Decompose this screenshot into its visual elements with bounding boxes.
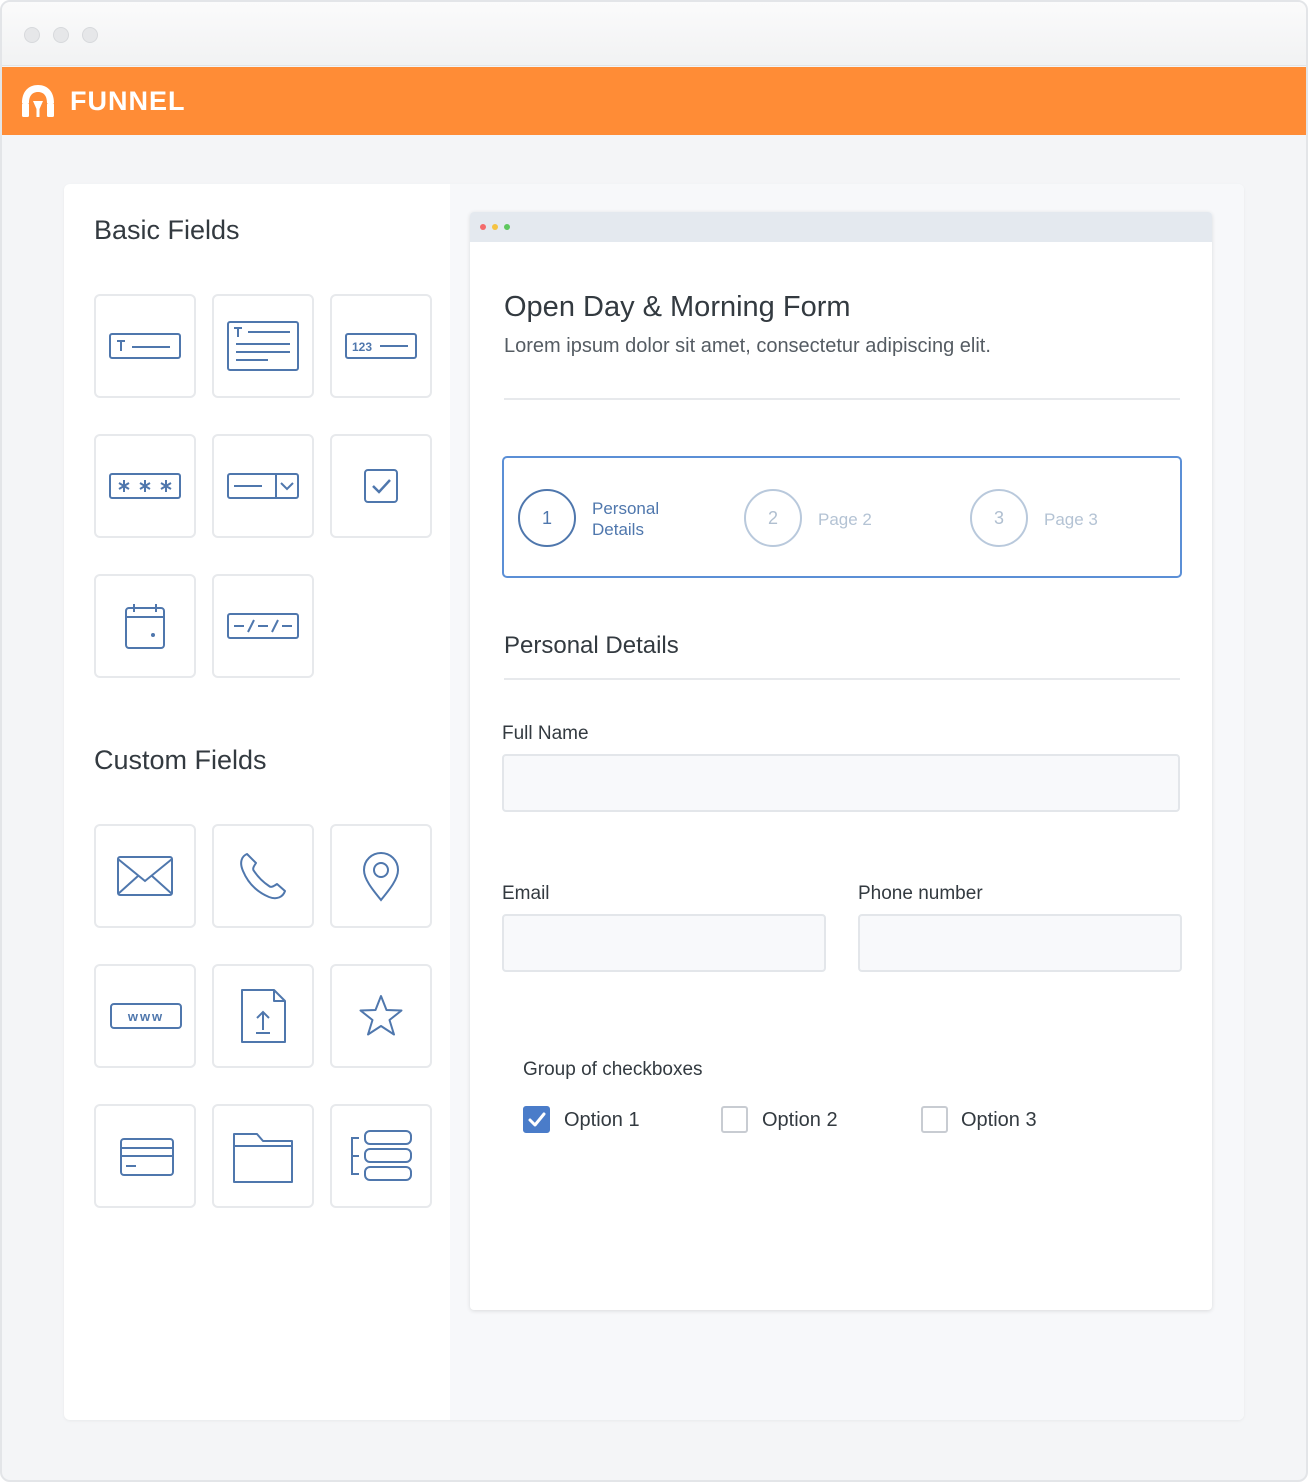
preview-minimize-dot xyxy=(492,224,498,230)
dropdown-field-icon xyxy=(227,473,299,499)
option-1-checkbox[interactable] xyxy=(523,1106,550,1133)
option-3-checkbox[interactable] xyxy=(921,1106,948,1133)
window-close-button[interactable] xyxy=(24,27,40,43)
form-preview-titlebar xyxy=(470,212,1212,242)
divider xyxy=(504,398,1180,400)
map-pin-icon xyxy=(362,851,400,902)
star-icon xyxy=(359,995,403,1036)
file-upload-field-tile[interactable] xyxy=(212,964,314,1068)
checkmark-icon xyxy=(528,1112,546,1127)
option-2-checkbox[interactable] xyxy=(721,1106,748,1133)
paragraph-icon xyxy=(227,321,299,371)
option-2-label[interactable]: Option 2 xyxy=(762,1108,838,1132)
website-field-tile[interactable]: www xyxy=(94,964,196,1068)
date-format-field-tile[interactable] xyxy=(212,574,314,678)
folder-field-tile[interactable] xyxy=(212,1104,314,1208)
rating-field-tile[interactable] xyxy=(330,964,432,1068)
divider xyxy=(504,678,1180,680)
dropdown-field-tile[interactable] xyxy=(212,434,314,538)
svg-text:123: 123 xyxy=(352,340,372,354)
checkbox-field-icon xyxy=(364,469,398,503)
full-name-label: Full Name xyxy=(502,723,589,744)
list-group-field-tile[interactable] xyxy=(330,1104,432,1208)
section-title: Personal Details xyxy=(504,632,679,659)
date-field-tile[interactable] xyxy=(94,574,196,678)
window-maximize-button[interactable] xyxy=(82,27,98,43)
date-format-field-icon xyxy=(227,613,299,639)
phone-field-tile[interactable] xyxy=(212,824,314,928)
step-1-circle[interactable]: 1 xyxy=(518,489,576,547)
email-input[interactable] xyxy=(502,914,826,972)
paragraph-text-field-tile[interactable] xyxy=(212,294,314,398)
step-3-circle[interactable]: 3 xyxy=(970,489,1028,547)
form-preview-card: Open Day & Morning Form Lorem ipsum dolo… xyxy=(470,212,1212,1310)
builder-workspace: Basic Fields 123 Custom Fields www Open … xyxy=(64,184,1244,1420)
window-titlebar xyxy=(2,2,1306,66)
option-3-label[interactable]: Option 3 xyxy=(961,1108,1037,1132)
form-stepper: 1 Personal Details 2 Page 2 3 Page 3 xyxy=(502,456,1182,578)
email-label: Email xyxy=(502,883,550,904)
phone-input[interactable] xyxy=(858,914,1182,972)
form-subtitle: Lorem ipsum dolor sit amet, consectetur … xyxy=(504,335,991,357)
funnel-logo-icon xyxy=(22,85,54,117)
brand-name: FUNNEL xyxy=(70,86,186,116)
credit-card-icon xyxy=(120,1138,174,1176)
email-field-tile[interactable] xyxy=(94,824,196,928)
envelope-icon xyxy=(117,856,173,896)
folder-icon xyxy=(233,1133,293,1183)
app-header: FUNNEL xyxy=(2,67,1306,135)
phone-label: Phone number xyxy=(858,883,983,904)
list-group-icon xyxy=(351,1130,412,1181)
custom-fields-title: Custom Fields xyxy=(94,745,267,775)
location-field-tile[interactable] xyxy=(330,824,432,928)
basic-fields-title: Basic Fields xyxy=(94,215,240,245)
single-line-text-field-tile[interactable] xyxy=(94,294,196,398)
preview-close-dot xyxy=(480,224,486,230)
form-title: Open Day & Morning Form xyxy=(504,291,851,323)
credit-card-field-tile[interactable] xyxy=(94,1104,196,1208)
text-field-icon xyxy=(109,333,181,359)
phone-icon xyxy=(240,853,286,900)
password-field-icon xyxy=(109,473,181,499)
number-field-icon: 123 xyxy=(345,333,417,359)
checkbox-field-tile[interactable] xyxy=(330,434,432,538)
step-2-label[interactable]: Page 2 xyxy=(818,509,872,530)
step-1-label[interactable]: Personal Details xyxy=(592,498,692,540)
password-field-tile[interactable] xyxy=(94,434,196,538)
file-upload-icon xyxy=(241,989,286,1043)
step-2-circle[interactable]: 2 xyxy=(744,489,802,547)
browser-window: FUNNEL Basic Fields 123 Custom Fields ww… xyxy=(0,0,1308,1482)
preview-maximize-dot xyxy=(504,224,510,230)
calendar-icon xyxy=(125,604,165,649)
window-minimize-button[interactable] xyxy=(53,27,69,43)
checkbox-group-label: Group of checkboxes xyxy=(523,1059,703,1080)
www-field-icon: www xyxy=(110,1003,182,1029)
svg-text:www: www xyxy=(127,1009,164,1024)
number-field-tile[interactable]: 123 xyxy=(330,294,432,398)
full-name-input[interactable] xyxy=(502,754,1180,812)
step-3-label[interactable]: Page 3 xyxy=(1044,509,1098,530)
option-1-label[interactable]: Option 1 xyxy=(564,1108,640,1132)
